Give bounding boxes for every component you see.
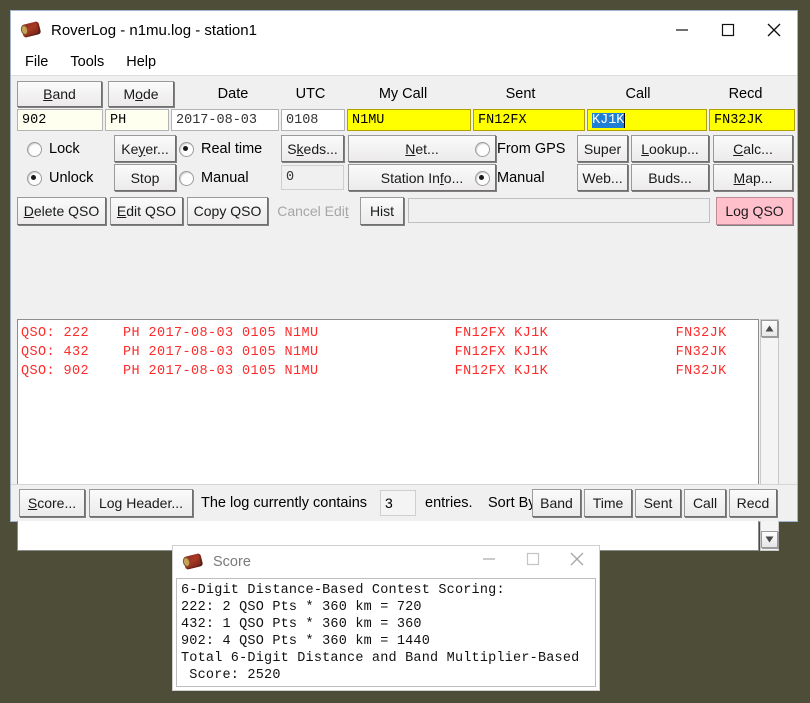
sort-by-label: Sort By: [488, 495, 536, 511]
score-window-controls: [467, 543, 599, 581]
radio-unlock[interactable]: Unlock: [27, 165, 111, 191]
keyer-button[interactable]: Keyer...: [114, 135, 176, 162]
window-controls: [659, 11, 797, 49]
window-title: RoverLog - n1mu.log - station1: [51, 21, 257, 39]
client-area: Band Mode Date UTC My Call Sent Call Rec…: [11, 75, 797, 551]
column-header-band-button[interactable]: Band: [17, 81, 102, 107]
calc-button[interactable]: Calc...: [713, 135, 793, 162]
delete-qso-button[interactable]: Delete QSO: [17, 197, 106, 225]
radio-lock-label: Lock: [49, 141, 80, 157]
log-contains-label: The log currently contains: [201, 495, 368, 511]
score-line: Total 6-Digit Distance and Band Multipli…: [181, 651, 580, 666]
sort-recd-button[interactable]: Recd: [729, 489, 777, 517]
radio-lock-dot: [27, 141, 42, 157]
sort-call-button[interactable]: Call: [684, 489, 726, 517]
close-icon[interactable]: [751, 11, 797, 49]
minimize-icon[interactable]: [467, 543, 511, 575]
column-header-utc: UTC: [295, 86, 326, 102]
score-line: 6-Digit Distance-Based Contest Scoring:: [181, 583, 505, 598]
radio-unlock-dot: [27, 170, 42, 186]
sort-time-button[interactable]: Time: [584, 489, 632, 517]
column-header-recd: Recd: [728, 86, 763, 102]
log-header-button[interactable]: Log Header...: [89, 489, 193, 517]
offset-input[interactable]: 0: [281, 165, 344, 190]
super-button[interactable]: Super: [577, 135, 628, 162]
minimize-icon[interactable]: [659, 11, 705, 49]
radio-manual-time[interactable]: Manual: [179, 165, 279, 191]
stop-button[interactable]: Stop: [114, 164, 176, 191]
recd-input[interactable]: FN32JK: [709, 109, 795, 131]
copy-qso-button[interactable]: Copy QSO: [187, 197, 268, 225]
maximize-icon[interactable]: [705, 11, 751, 49]
radio-manual-gps-label: Manual: [497, 170, 545, 186]
score-button[interactable]: Score...: [19, 489, 85, 517]
sort-sent-button[interactable]: Sent: [635, 489, 681, 517]
menu-help[interactable]: Help: [126, 54, 156, 70]
station-info-button[interactable]: Station Info...: [348, 164, 496, 191]
column-header-mode-button[interactable]: Mode: [108, 81, 174, 107]
map-button[interactable]: Map...: [713, 164, 793, 191]
status-bar: Score... Log Header... The log currently…: [11, 484, 797, 521]
radio-unlock-label: Unlock: [49, 170, 94, 186]
radio-manual-gps[interactable]: Manual: [475, 165, 575, 191]
menu-tools[interactable]: Tools: [70, 54, 104, 70]
radio-manual-gps-dot: [475, 170, 490, 186]
score-text-area[interactable]: 6-Digit Distance-Based Contest Scoring: …: [176, 578, 596, 687]
scroll-down-icon[interactable]: [761, 531, 778, 548]
sort-band-button[interactable]: Band: [532, 489, 581, 517]
column-header-my-call: My Call: [378, 86, 428, 102]
qso-log-row[interactable]: QSO: 222 PH 2017-08-03 0105 N1MU FN12FX …: [18, 324, 758, 343]
scroll-up-icon[interactable]: [761, 320, 778, 337]
radio-from-gps-dot: [475, 141, 490, 157]
band-input[interactable]: 902: [17, 109, 103, 131]
roverlog-app-icon: [19, 19, 43, 41]
column-header-call: Call: [625, 86, 651, 102]
hist-button[interactable]: Hist: [360, 197, 404, 225]
web-button[interactable]: Web...: [577, 164, 628, 191]
call-input[interactable]: KJ1K: [587, 109, 707, 131]
main-window: RoverLog - n1mu.log - station1 File Tool…: [10, 10, 798, 551]
qso-log-row[interactable]: QSO: 902 PH 2017-08-03 0105 N1MU FN12FX …: [18, 362, 758, 381]
radio-real-time-dot: [179, 141, 194, 157]
score-line: Score: 2520: [181, 668, 281, 683]
mode-input[interactable]: PH: [105, 109, 169, 131]
date-input[interactable]: 2017-08-03: [171, 109, 279, 131]
utc-input[interactable]: 0108: [281, 109, 345, 131]
call-input-selected-text: KJ1K: [592, 112, 625, 128]
score-line: 432: 1 QSO Pts * 360 km = 360: [181, 617, 422, 632]
skeds-button[interactable]: Skeds...: [281, 135, 344, 162]
score-window-title: Score: [213, 554, 251, 570]
entries-label: entries.: [425, 495, 473, 511]
radio-real-time-label: Real time: [201, 141, 263, 157]
radio-from-gps[interactable]: From GPS: [475, 136, 581, 162]
score-line: 222: 2 QSO Pts * 360 km = 720: [181, 600, 422, 615]
menu-bar: File Tools Help: [11, 49, 797, 75]
net-button[interactable]: Net...: [348, 135, 496, 162]
radio-real-time[interactable]: Real time: [179, 136, 284, 162]
buds-button[interactable]: Buds...: [631, 164, 709, 191]
edit-qso-button[interactable]: Edit QSO: [110, 197, 183, 225]
close-icon[interactable]: [555, 543, 599, 575]
maximize-icon[interactable]: [511, 543, 555, 575]
radio-from-gps-label: From GPS: [497, 141, 566, 157]
score-window: Score 6-Digit Distance-Based Contest Sco…: [172, 545, 600, 691]
log-qso-button[interactable]: Log QSO: [716, 197, 793, 225]
score-line: 902: 4 QSO Pts * 360 km = 1440: [181, 634, 431, 649]
roverlog-app-icon: [181, 551, 205, 573]
radio-manual-time-dot: [179, 170, 194, 186]
cancel-edit-button: Cancel Edit: [277, 203, 349, 219]
qso-note-input[interactable]: [408, 198, 710, 223]
column-header-sent: Sent: [505, 86, 536, 102]
entry-count-field: 3: [380, 490, 416, 516]
radio-lock[interactable]: Lock: [27, 136, 111, 162]
main-titlebar: RoverLog - n1mu.log - station1: [11, 11, 797, 49]
score-titlebar: Score: [173, 546, 599, 578]
lookup-button[interactable]: Lookup...: [631, 135, 709, 162]
qso-log-row[interactable]: QSO: 432 PH 2017-08-03 0105 N1MU FN12FX …: [18, 343, 758, 362]
menu-file[interactable]: File: [25, 54, 48, 70]
radio-manual-time-label: Manual: [201, 170, 249, 186]
my-call-input[interactable]: N1MU: [347, 109, 471, 131]
column-header-date: Date: [217, 86, 249, 102]
sent-input[interactable]: FN12FX: [473, 109, 585, 131]
